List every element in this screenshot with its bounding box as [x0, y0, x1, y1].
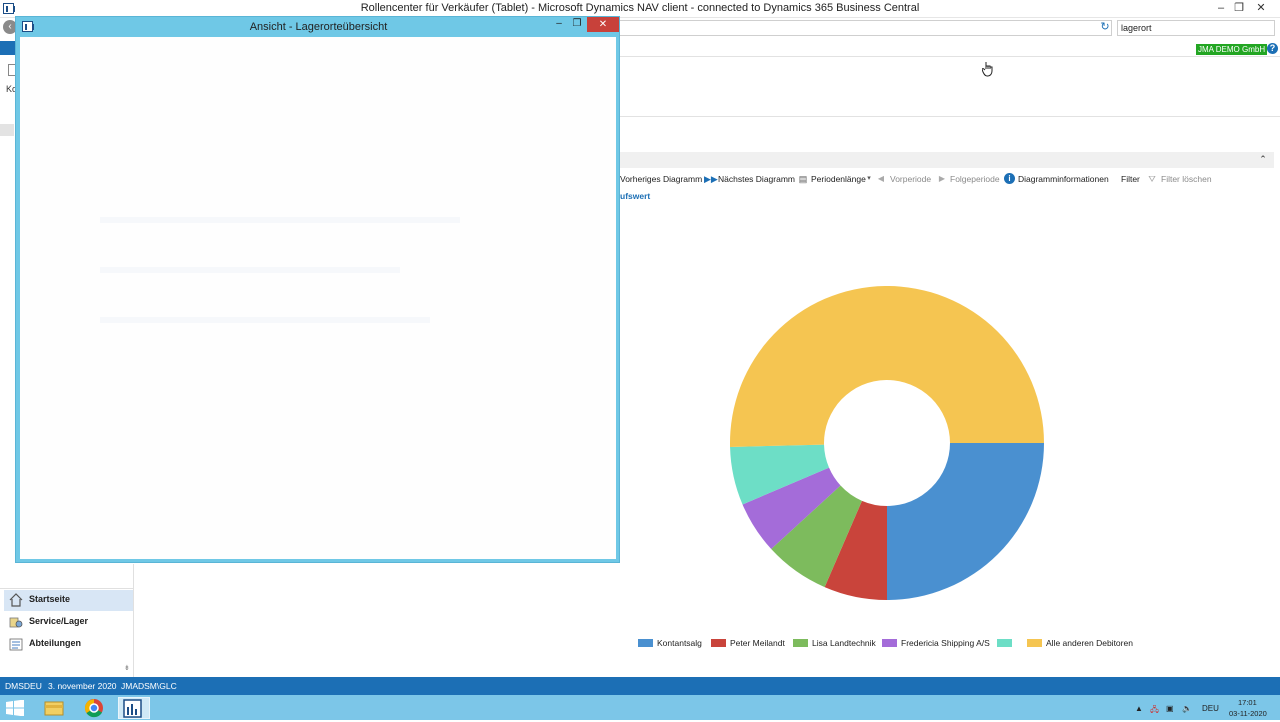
modal-content	[20, 37, 616, 559]
legend-label: Peter Meilandt	[730, 638, 785, 648]
legend-swatch	[997, 639, 1012, 647]
status-bar	[0, 677, 1280, 695]
file-explorer-icon[interactable]	[38, 697, 70, 719]
next-period-icon: ▶	[938, 174, 946, 183]
nav-menu-button[interactable]	[0, 41, 16, 55]
donut-slice[interactable]	[887, 443, 1044, 600]
period-length-button[interactable]: Periodenlänge	[811, 173, 866, 185]
chart-part-header	[620, 152, 1274, 168]
next-period-button[interactable]: Folgeperiode	[950, 173, 1000, 185]
nav-more-icon[interactable]: ⇟	[124, 664, 130, 672]
tray-monitor-icon[interactable]: ▣	[1166, 704, 1174, 713]
help-icon[interactable]: ?	[1267, 43, 1278, 54]
home-icon	[9, 593, 23, 607]
status-date: 3. november 2020	[48, 681, 117, 691]
divider	[620, 116, 1280, 117]
legend-swatch	[711, 639, 726, 647]
nav-item-label: Service/Lager	[29, 616, 89, 626]
legend-swatch	[638, 639, 653, 647]
info-icon: i	[1004, 173, 1015, 184]
chevron-down-icon: ▾	[867, 175, 871, 182]
tray-time[interactable]: 17:01	[1238, 698, 1257, 707]
loading-placeholder	[100, 317, 430, 323]
legend-swatch	[1027, 639, 1042, 647]
window-title: Rollencenter für Verkäufer (Tablet) - Mi…	[360, 2, 920, 14]
tray-network-icon[interactable]: 🖧	[1150, 704, 1159, 718]
chrome-icon[interactable]	[78, 697, 110, 719]
loading-placeholder	[100, 217, 460, 223]
legend-label: Alle anderen Debitoren	[1046, 638, 1133, 648]
address-field[interactable]	[620, 20, 1112, 36]
legend-swatch	[882, 639, 897, 647]
window-restore-button[interactable]: ❐	[1231, 1, 1247, 15]
divider	[620, 56, 1280, 57]
legend-label: Kontantsalg	[657, 638, 702, 648]
taskbar	[0, 695, 1280, 720]
tray-date[interactable]: 03-11-2020	[1229, 709, 1267, 718]
chart-info-button[interactable]: Diagramminformationen	[1018, 173, 1109, 185]
loading-placeholder	[100, 267, 400, 273]
collapse-icon[interactable]: ⌃	[1258, 154, 1268, 164]
refresh-icon[interactable]: ↻	[1099, 21, 1111, 33]
modal-minimize-button[interactable]: ‒	[550, 18, 568, 31]
company-badge: JMA DEMO GmbH	[1196, 44, 1268, 55]
tray-volume-icon[interactable]: 🔈	[1182, 704, 1192, 713]
nav-stub-bar	[0, 124, 14, 136]
nav-item-label: Abteilungen	[29, 638, 81, 648]
prev-period-button[interactable]: Vorperiode	[890, 173, 931, 185]
nav-item-service-lager[interactable]: Service/Lager	[4, 612, 133, 633]
clear-filter-icon: ⛛	[1148, 174, 1156, 184]
legend-swatch	[793, 639, 808, 647]
modal-restore-button[interactable]: ❐	[568, 18, 586, 31]
search-input[interactable]: lagerort	[1117, 20, 1275, 36]
lagerorte-window: Ansicht - Lagerorteübersicht ‒ ❐ ✕	[15, 16, 620, 563]
prev-chart-button[interactable]: Vorheriges Diagramm	[620, 173, 702, 185]
legend-label: Fredericia Shipping A/S	[901, 638, 990, 648]
customer-sales-donut-chart	[730, 285, 1044, 600]
modal-close-button[interactable]: ✕	[587, 17, 619, 32]
donut-slice[interactable]	[730, 285, 1044, 447]
window-minimize-button[interactable]: ‒	[1213, 1, 1229, 15]
next-chart-button[interactable]: Nächstes Diagramm	[718, 173, 795, 185]
filter-button[interactable]: Filter	[1121, 173, 1140, 185]
nav-item-label: Startseite	[29, 594, 71, 604]
hand-cursor-icon	[982, 62, 993, 77]
window-close-button[interactable]: ✕	[1253, 1, 1269, 15]
dynamics-nav-taskbar-icon[interactable]	[118, 697, 150, 719]
period-icon: ▤	[798, 174, 808, 184]
windows-start-icon[interactable]	[6, 700, 24, 716]
departments-icon	[9, 638, 23, 651]
next-arrows-icon: ▶▶	[704, 174, 718, 184]
status-company: DMSDEU	[5, 681, 42, 691]
legend-label: Lisa Landtechnik	[812, 638, 876, 648]
prev-period-icon: ◀	[877, 174, 885, 183]
clear-filter-button[interactable]: Filter löschen	[1161, 173, 1212, 185]
nav-item-startseite[interactable]: Startseite	[4, 590, 133, 611]
service-icon	[9, 617, 23, 628]
tray-language[interactable]: DEU	[1202, 704, 1219, 713]
modal-title: Ansicht - Lagerorteübersicht	[249, 21, 388, 33]
divider	[0, 588, 134, 589]
status-user: JMADSM\GLC	[121, 681, 177, 691]
tray-arrow-icon[interactable]: ▲	[1135, 704, 1143, 713]
nav-item-abteilungen[interactable]: Abteilungen	[4, 634, 133, 655]
